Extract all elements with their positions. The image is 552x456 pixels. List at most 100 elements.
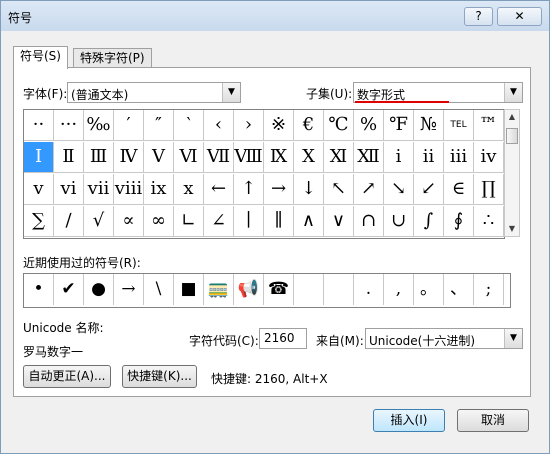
- scroll-down-icon[interactable]: ▼: [505, 222, 519, 236]
- symbol-grid-scrollbar[interactable]: ▲ ▼: [504, 109, 520, 237]
- symbol-cell[interactable]: ∠: [204, 206, 234, 237]
- recent-symbol-cell[interactable]: ●: [84, 274, 114, 305]
- recent-symbol-cell[interactable]: ;: [474, 274, 504, 305]
- symbol-cell[interactable]: ←: [204, 174, 234, 205]
- symbol-cell[interactable]: №: [414, 110, 444, 141]
- recent-symbol-cell[interactable]: →: [114, 274, 144, 305]
- symbol-cell[interactable]: ↙: [414, 174, 444, 205]
- symbol-cell[interactable]: ↓: [294, 174, 324, 205]
- close-button[interactable]: ✕: [497, 7, 542, 26]
- symbol-cell[interactable]: ∞: [144, 206, 174, 237]
- chevron-down-icon[interactable]: ▼: [504, 329, 522, 348]
- recent-symbol-cell[interactable]: 📢: [234, 274, 264, 305]
- symbol-cell[interactable]: Ⅶ: [204, 142, 234, 173]
- symbol-cell[interactable]: ⅰ: [384, 142, 414, 173]
- symbol-cell[interactable]: Ⅰ: [24, 142, 54, 173]
- tab-symbols[interactable]: 符号(S): [13, 46, 68, 69]
- symbol-cell[interactable]: Ⅵ: [174, 142, 204, 173]
- symbol-cell[interactable]: ∩: [354, 206, 384, 237]
- symbol-cell[interactable]: ··: [24, 110, 54, 141]
- symbol-cell[interactable]: ℉: [384, 110, 414, 141]
- symbol-cell[interactable]: ∪: [384, 206, 414, 237]
- subset-select[interactable]: 数字形式 ▼: [353, 82, 523, 103]
- symbol-cell[interactable]: Ⅴ: [144, 142, 174, 173]
- symbol-cell[interactable]: ∕: [54, 206, 84, 237]
- recent-symbol-cell[interactable]: 🚃: [204, 274, 234, 305]
- recent-symbol-cell[interactable]: ✔: [54, 274, 84, 305]
- symbol-cell[interactable]: Ⅲ: [84, 142, 114, 173]
- symbol-cell[interactable]: ···: [54, 110, 84, 141]
- symbol-cell[interactable]: ∨: [324, 206, 354, 237]
- symbol-cell[interactable]: ↗: [354, 174, 384, 205]
- symbol-cell[interactable]: ‹: [204, 110, 234, 141]
- symbol-cell[interactable]: Ⅻ: [354, 142, 384, 173]
- symbol-cell[interactable]: ™: [474, 110, 504, 141]
- symbol-cell[interactable]: ∟: [174, 206, 204, 237]
- recent-symbol-cell[interactable]: [324, 274, 354, 305]
- tab-special-characters[interactable]: 特殊字符(P): [73, 48, 152, 69]
- scrollbar-thumb[interactable]: [506, 128, 518, 144]
- insert-button[interactable]: 插入(I): [373, 409, 445, 432]
- symbol-cell[interactable]: ⅴ: [24, 174, 54, 205]
- symbol-cell[interactable]: ⅶ: [84, 174, 114, 205]
- symbol-cell[interactable]: Ⅳ: [114, 142, 144, 173]
- font-select[interactable]: (普通文本) ▼: [67, 82, 241, 103]
- symbol-cell[interactable]: ⅸ: [144, 174, 174, 205]
- symbol-cell[interactable]: →: [264, 174, 294, 205]
- symbol-cell[interactable]: Ⅸ: [264, 142, 294, 173]
- symbol-cell[interactable]: ⅱ: [414, 142, 444, 173]
- symbol-cell[interactable]: ⅲ: [444, 142, 474, 173]
- help-button[interactable]: ?: [464, 7, 493, 26]
- symbol-cell[interactable]: Ⅱ: [54, 142, 84, 173]
- recent-symbol-cell[interactable]: \: [144, 274, 174, 305]
- symbol-cell[interactable]: ↘: [384, 174, 414, 205]
- recent-symbol-cell[interactable]: .: [354, 274, 384, 305]
- shortcut-key-button[interactable]: 快捷键(K)...: [122, 365, 197, 388]
- symbol-cell[interactable]: ↑: [234, 174, 264, 205]
- recent-symbol-cell[interactable]: 。: [414, 274, 444, 305]
- symbol-cell[interactable]: ℃: [324, 110, 354, 141]
- from-select[interactable]: Unicode(十六进制) ▼: [365, 328, 523, 349]
- symbol-cell[interactable]: Ⅷ: [234, 142, 264, 173]
- symbol-cell[interactable]: ′: [114, 110, 144, 141]
- symbol-cell[interactable]: ∣: [234, 206, 264, 237]
- symbol-cell[interactable]: ⅹ: [174, 174, 204, 205]
- from-label: 来自(M):: [316, 334, 364, 348]
- symbol-cell[interactable]: ⅷ: [114, 174, 144, 205]
- symbol-cell[interactable]: ∝: [114, 206, 144, 237]
- symbol-cell[interactable]: ″: [144, 110, 174, 141]
- symbol-cell[interactable]: ∫: [414, 206, 444, 237]
- symbol-cell[interactable]: ∏: [474, 174, 504, 205]
- symbol-cell[interactable]: ⅳ: [474, 142, 504, 173]
- symbol-cell[interactable]: ∥: [264, 206, 294, 237]
- chevron-down-icon[interactable]: ▼: [504, 83, 522, 102]
- symbol-cell[interactable]: ↖: [324, 174, 354, 205]
- symbol-cell[interactable]: TEL: [444, 110, 474, 141]
- recent-symbol-cell[interactable]: 、: [444, 274, 474, 305]
- symbol-cell[interactable]: ∈: [444, 174, 474, 205]
- symbol-cell[interactable]: ∴: [474, 206, 504, 237]
- symbol-cell[interactable]: ※: [264, 110, 294, 141]
- char-code-input[interactable]: 2160: [259, 328, 307, 349]
- symbol-cell[interactable]: √: [84, 206, 114, 237]
- symbol-cell[interactable]: ›: [234, 110, 264, 141]
- symbol-cell[interactable]: ∑: [24, 206, 54, 237]
- recent-symbol-cell[interactable]: [294, 274, 324, 305]
- autocorrect-button[interactable]: 自动更正(A)...: [23, 365, 111, 388]
- symbol-cell[interactable]: ‰: [84, 110, 114, 141]
- cancel-button[interactable]: 取消: [457, 409, 529, 432]
- symbol-cell[interactable]: ∮: [444, 206, 474, 237]
- symbol-cell[interactable]: €: [294, 110, 324, 141]
- symbol-cell[interactable]: Ⅺ: [324, 142, 354, 173]
- symbol-cell[interactable]: %: [354, 110, 384, 141]
- recent-symbol-cell[interactable]: •: [24, 274, 54, 305]
- symbol-cell[interactable]: ⅵ: [54, 174, 84, 205]
- scroll-up-icon[interactable]: ▲: [505, 110, 519, 124]
- symbol-cell[interactable]: Ⅹ: [294, 142, 324, 173]
- symbol-cell[interactable]: ∧: [294, 206, 324, 237]
- recent-symbol-cell[interactable]: ■: [174, 274, 204, 305]
- symbol-cell[interactable]: ‵: [174, 110, 204, 141]
- recent-symbol-cell[interactable]: ,: [384, 274, 414, 305]
- chevron-down-icon[interactable]: ▼: [222, 83, 240, 102]
- recent-symbol-cell[interactable]: ☎: [264, 274, 294, 305]
